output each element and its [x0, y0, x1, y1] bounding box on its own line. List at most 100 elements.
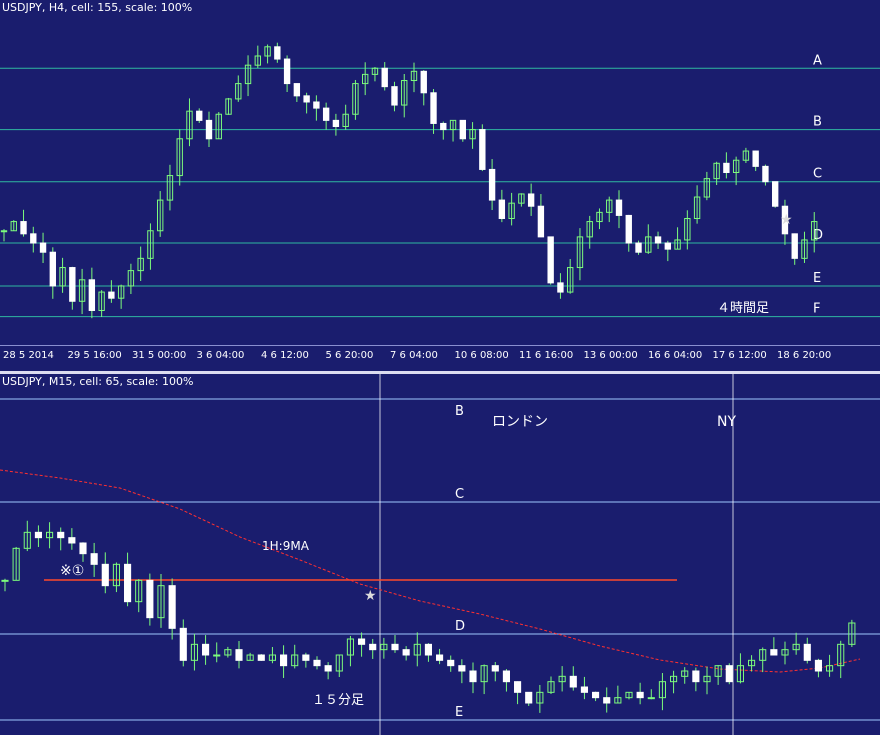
h4-candle-body [381, 67, 388, 88]
h4-time-axis: 28 5 2014 29 5 16:00 31 5 00:00 3 6 04:00 4 … [0, 345, 880, 371]
m15-candle-body [803, 643, 811, 661]
h4-candle-body [723, 162, 730, 173]
h4-candle-body [791, 233, 798, 259]
h4-candle-body [430, 92, 437, 124]
m15-candle-body [436, 654, 444, 661]
h4-candle-body [625, 214, 632, 244]
h4-candle-body [39, 242, 47, 253]
m15-candle-body [213, 654, 221, 657]
m15-candle-body [458, 665, 466, 672]
h4-candle-body [654, 236, 662, 244]
h4-candle-body [762, 165, 769, 183]
h4-candle-body [635, 242, 642, 253]
m15-level-label-e: E [455, 705, 463, 720]
h4-candle-body [69, 267, 76, 302]
m15-candle-body [491, 665, 499, 672]
level-label-b: B [813, 115, 822, 130]
m15-level-label-d: D [455, 619, 465, 634]
h4-candle-body [772, 181, 779, 207]
x-tick-label: 4 6 12:00 [261, 350, 309, 361]
m15-candle-body [469, 670, 477, 683]
x-tick-label: 7 6 04:00 [390, 350, 438, 361]
m15-chart-plot: B C D E ロンドン NY ※① 1H:9MA ★ １５分足 [0, 374, 880, 735]
m15-candle-body [402, 649, 410, 656]
m15-candle-body [424, 643, 432, 656]
m15-candle-body [79, 542, 87, 555]
h4-candle-body [498, 199, 506, 219]
h4-candle-body [420, 70, 427, 94]
h4-star-marker: ★ [780, 212, 793, 228]
x-tick-label: 5 6 20:00 [325, 350, 374, 361]
h4-candle-body [752, 150, 759, 167]
level-label-a: A [813, 53, 822, 68]
m15-candle-body [814, 659, 822, 672]
m15-candle-body [179, 627, 187, 661]
h4-candle-body [664, 242, 671, 250]
h4-candle-body [537, 205, 545, 238]
h4-candle-body [20, 221, 27, 235]
m15-candle-body [68, 537, 76, 544]
level-label-e: E [813, 271, 821, 286]
h4-candle-body [440, 122, 447, 131]
session-label-0: ロンドン [492, 414, 548, 430]
h4-candle-body [196, 110, 203, 121]
h4-candle-body [49, 251, 56, 287]
m15-candle-body [302, 654, 310, 661]
m15-candle-body [603, 697, 611, 704]
h4-timeframe-label: ４時間足 [717, 301, 769, 316]
m15-candle-body [280, 654, 288, 667]
x-tick-label: 13 6 00:00 [583, 350, 638, 361]
ma-label: 1H:9MA [262, 539, 310, 553]
m15-star-marker: ★ [364, 588, 377, 604]
h4-candle-body [615, 199, 623, 216]
level-label-f: F [813, 302, 820, 317]
m15-chart-title: USDJPY, M15, cell: 65, scale: 100% [2, 375, 194, 388]
h4-candle-body [108, 291, 115, 299]
m15-candle-body [636, 691, 644, 699]
m15-candle-body [34, 531, 42, 539]
h4-candle-body [557, 282, 564, 293]
m15-level-label-b: B [455, 404, 464, 419]
h4-candle-body [30, 233, 37, 244]
m15-candle-body [313, 659, 321, 667]
m15-candle-body [525, 691, 533, 704]
h4-candle-body [283, 58, 291, 85]
m15-candle-body [692, 670, 700, 683]
m15-candle-body [146, 579, 154, 619]
m15-candle-body [124, 563, 132, 603]
m15-timeframe-label: １５分足 [312, 693, 364, 708]
session-label-1: NY [717, 414, 736, 430]
h4-candle-body [293, 83, 301, 97]
h4-candle-body [322, 107, 330, 121]
h4-chart-plot: ABCDEF★４時間足 [0, 42, 880, 319]
m15-candle-body [447, 659, 455, 667]
m15-candle-body [770, 649, 778, 656]
x-tick-label: 17 6 12:00 [712, 350, 767, 361]
m15-candle-body [725, 665, 733, 683]
x-tick-label: 31 5 00:00 [132, 350, 187, 361]
m15-candle-body [391, 643, 399, 651]
x-tick-label: 3 6 04:00 [196, 350, 245, 361]
m15-chart-panel[interactable]: B C D E ロンドン NY ※① 1H:9MA ★ １５分足 USDJPY, M15, cel… [0, 374, 880, 735]
h4-chart-panel[interactable]: A B C D E F ★ ４時間足 USDJPY, H4, cell: 155, scale… [0, 0, 880, 345]
h4-candle-body [303, 95, 310, 103]
m15-candle-body [257, 654, 265, 661]
m15-level-label-c: C [455, 487, 464, 502]
m15-candle-body [57, 531, 65, 539]
x-tick-label: 28 5 2014 [3, 350, 54, 361]
x-tick-label: 16 6 04:00 [648, 350, 703, 361]
h4-candle-body [479, 129, 486, 170]
m15-candle-body [647, 697, 655, 700]
m15-candle-body [369, 643, 377, 651]
x-tick-label: 11 6 16:00 [519, 350, 574, 361]
m15-candle-body [202, 643, 210, 656]
m15-candle-body [324, 665, 332, 672]
x-tick-label: 10 6 08:00 [454, 350, 509, 361]
m15-candle-body [580, 686, 588, 693]
marker-label: ※① [60, 563, 84, 579]
h4-candle-body [313, 101, 320, 109]
h4-candle-body [527, 193, 535, 207]
m15-candle-body [358, 638, 366, 645]
h4-candle-body [88, 279, 96, 311]
m15-candle-body [168, 585, 176, 629]
